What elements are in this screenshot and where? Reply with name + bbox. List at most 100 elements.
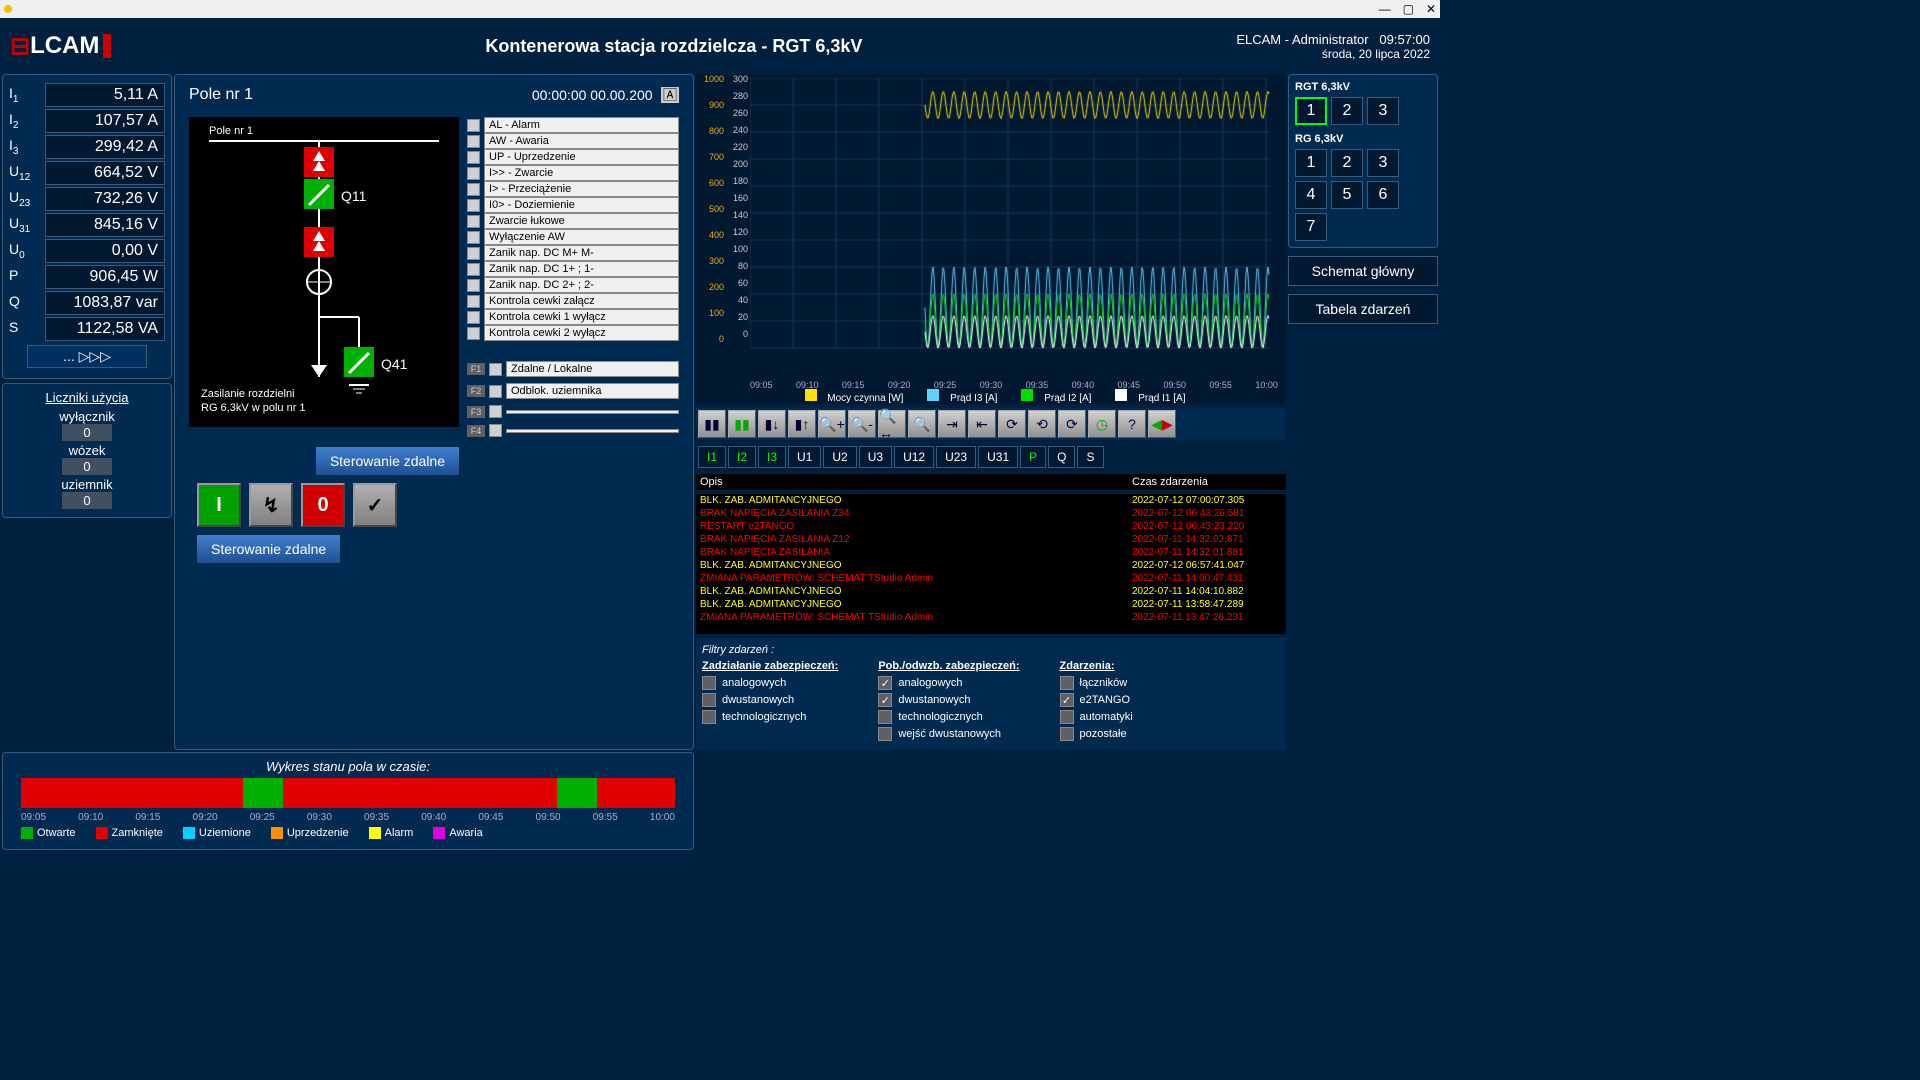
meas-value: 664,52 V [45, 161, 165, 185]
sync-icon[interactable]: ⟲ [1028, 410, 1056, 438]
signal-checkbox[interactable] [467, 119, 480, 132]
signal-checkbox[interactable] [467, 167, 480, 180]
signal-toggle-U31[interactable]: U31 [978, 446, 1018, 468]
signal-checkbox[interactable] [467, 215, 480, 228]
main-schema-button[interactable]: Schemat główny [1288, 256, 1438, 286]
nav-rg-2[interactable]: 2 [1331, 149, 1363, 177]
nav-rg-1[interactable]: 1 [1295, 149, 1327, 177]
signal-toggle-I3[interactable]: I3 [758, 446, 786, 468]
zoom-out-icon[interactable]: 🔍- [848, 410, 876, 438]
signal-label: Kontrola cewki 2 wyłącz [484, 325, 679, 341]
nav-rg-3[interactable]: 3 [1367, 149, 1399, 177]
fkey-checkbox[interactable] [489, 363, 502, 376]
filter-checkbox[interactable] [1060, 676, 1074, 690]
zoom-reset-icon[interactable]: 🔍 [908, 410, 936, 438]
minimize-button[interactable]: — [1379, 2, 1391, 16]
signal-checkbox[interactable] [467, 327, 480, 340]
signal-checkbox[interactable] [467, 311, 480, 324]
filter-checkbox[interactable] [1060, 727, 1074, 741]
filter-checkbox[interactable]: ✓ [878, 676, 892, 690]
signal-checkbox[interactable] [467, 151, 480, 164]
nav-rg-6[interactable]: 6 [1367, 181, 1399, 209]
remote-control-button-2[interactable]: Sterowanie zdalne [197, 535, 340, 563]
signal-checkbox[interactable] [467, 263, 480, 276]
signal-checkbox[interactable] [467, 135, 480, 148]
signal-selector-toolbar: I1I2I3U1U2U3U12U23U31PQS [696, 444, 1286, 470]
help-icon[interactable]: ? [1118, 410, 1146, 438]
signal-checkbox[interactable] [467, 199, 480, 212]
signal-label: I> - Przeciążenie [484, 181, 679, 197]
meas-value: 299,42 A [45, 135, 165, 159]
filter-checkbox[interactable] [702, 693, 716, 707]
counters-title: Liczniki użycia [9, 390, 165, 405]
refresh-icon[interactable]: ⟳ [998, 410, 1026, 438]
signal-toggle-I2[interactable]: I2 [728, 446, 756, 468]
signal-checkbox[interactable] [467, 231, 480, 244]
filter-checkbox[interactable] [702, 676, 716, 690]
clock-icon[interactable]: ◷ [1088, 410, 1116, 438]
confirm-button[interactable]: ✓ [353, 483, 397, 527]
signal-toggle-U3[interactable]: U3 [859, 446, 892, 468]
event-table-button[interactable]: Tabela zdarzeń [1288, 294, 1438, 324]
fkey-checkbox[interactable] [489, 385, 502, 398]
signal-toggle-U12[interactable]: U12 [894, 446, 934, 468]
meas-label: Q [9, 293, 39, 313]
bar-chart-green-icon[interactable]: ▮▮ [728, 410, 756, 438]
toggle-button[interactable]: ↯ [249, 483, 293, 527]
meas-value: 1122,58 VA [45, 317, 165, 341]
nav-rgt-3[interactable]: 3 [1367, 97, 1399, 125]
measurements-panel: I15,11 AI2107,57 AI3299,42 AU12664,52 VU… [2, 74, 172, 379]
signal-checkbox[interactable] [467, 295, 480, 308]
bar-chart-icon[interactable]: ▮▮ [698, 410, 726, 438]
nav-rgt-2[interactable]: 2 [1331, 97, 1363, 125]
zoom-in-icon[interactable]: 🔍+ [818, 410, 846, 438]
swap-icon[interactable]: ◀▶ [1148, 410, 1176, 438]
fkey-text: Odblok. uziemnika [506, 383, 679, 399]
signal-toggle-Q[interactable]: Q [1048, 446, 1075, 468]
signal-checkbox[interactable] [467, 183, 480, 196]
close-breaker-button[interactable]: I [197, 483, 241, 527]
bar-up-icon[interactable]: ▮↑ [788, 410, 816, 438]
zoom-fit-icon[interactable]: 🔍↔ [878, 410, 906, 438]
fkey-checkbox[interactable] [489, 405, 502, 418]
more-measurements-button[interactable]: ... ▷▷▷ [27, 345, 147, 368]
counter-value: 0 [62, 458, 112, 475]
filter-checkbox[interactable] [878, 710, 892, 724]
filter-checkbox[interactable] [702, 710, 716, 724]
remote-control-button[interactable]: Sterowanie zdalne [316, 447, 459, 475]
open-breaker-button[interactable]: 0 [301, 483, 345, 527]
export-icon[interactable]: ⇥ [938, 410, 966, 438]
signal-checkbox[interactable] [467, 279, 480, 292]
nav-rg-4[interactable]: 4 [1295, 181, 1327, 209]
nav-rgt-1[interactable]: 1 [1295, 97, 1327, 125]
filter-checkbox[interactable]: ✓ [878, 693, 892, 707]
signal-label: Kontrola cewki załącz [484, 293, 679, 309]
signal-toggle-U2[interactable]: U2 [823, 446, 856, 468]
import-icon[interactable]: ⇤ [968, 410, 996, 438]
signal-toggle-U23[interactable]: U23 [936, 446, 976, 468]
nav-rg-7[interactable]: 7 [1295, 213, 1327, 241]
signal-toggle-P[interactable]: P [1020, 446, 1046, 468]
maximize-button[interactable]: ▢ [1403, 2, 1414, 16]
meas-label: U31 [9, 215, 39, 235]
signal-label: I>> - Zwarcie [484, 165, 679, 181]
signal-checkbox[interactable] [467, 247, 480, 260]
event-table[interactable]: BLK. ZAB. ADMITANCYJNEGO2022-07-12 07:00… [696, 494, 1286, 634]
signal-label: Kontrola cewki 1 wyłącz [484, 309, 679, 325]
close-button[interactable]: ✕ [1426, 2, 1436, 16]
bar-down-icon[interactable]: ▮↓ [758, 410, 786, 438]
signal-label: AL - Alarm [484, 117, 679, 133]
nav-rg-5[interactable]: 5 [1331, 181, 1363, 209]
pole-panel: Pole nr 1 00:00:00 00.00.200 🄰 Pole nr 1… [174, 74, 694, 750]
filter-checkbox[interactable] [878, 727, 892, 741]
auto-refresh-icon[interactable]: ⟳ [1058, 410, 1086, 438]
window-titlebar: — ▢ ✕ [0, 0, 1440, 18]
page-title: Kontenerowa stacja rozdzielcza - RGT 6,3… [111, 36, 1236, 57]
filter-checkbox[interactable] [1060, 710, 1074, 724]
signal-toggle-U1[interactable]: U1 [788, 446, 821, 468]
filter-checkbox[interactable]: ✓ [1060, 693, 1074, 707]
app-icon [4, 5, 12, 13]
fkey-checkbox[interactable] [489, 424, 502, 437]
signal-toggle-S[interactable]: S [1077, 446, 1103, 468]
signal-toggle-I1[interactable]: I1 [698, 446, 726, 468]
